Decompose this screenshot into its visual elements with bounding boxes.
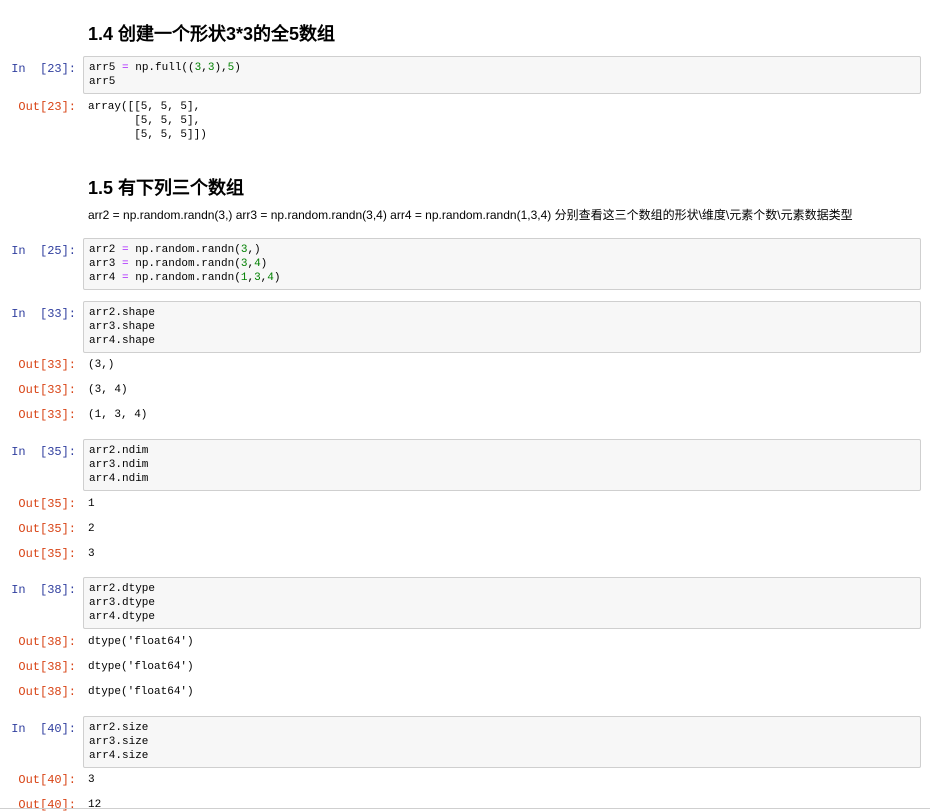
output-line: 3	[88, 774, 95, 786]
output-line: [5, 5, 5],	[88, 115, 201, 127]
code-line: arr3.size	[89, 736, 149, 748]
output-23: array([[5, 5, 5], [5, 5, 5], [5, 5, 5]])	[88, 100, 207, 142]
code-cell-33[interactable]: arr2.shape arr3.shape arr4.shape	[83, 301, 921, 353]
output-prompt: Out[38]:	[18, 685, 76, 699]
output-prompt: Out[35]:	[18, 522, 76, 536]
output-prompt: Out[23]:	[18, 100, 76, 114]
code-line: arr2.dtype	[89, 583, 156, 595]
code-line: arr2.ndim	[89, 445, 149, 457]
output-line: 3	[88, 548, 95, 560]
code-line: arr3 = np.random.randn(3,4)	[89, 258, 268, 270]
code-cell-38[interactable]: arr2.dtype arr3.dtype arr4.dtype	[83, 577, 921, 629]
code-line: arr3.ndim	[89, 459, 149, 471]
code-line: arr2 = np.random.randn(3,)	[89, 244, 261, 256]
input-prompt: In [25]:	[11, 244, 76, 258]
code-cell-35[interactable]: arr2.ndim arr3.ndim arr4.ndim	[83, 439, 921, 491]
output-prompt: Out[33]:	[18, 358, 76, 372]
code-line: arr2.size	[89, 722, 149, 734]
output-line: array([[5, 5, 5],	[88, 101, 201, 113]
code-cell-25[interactable]: arr2 = np.random.randn(3,) arr3 = np.ran…	[83, 238, 921, 290]
input-prompt: In [23]:	[11, 62, 76, 76]
output-line: dtype('float64')	[88, 636, 194, 648]
output-line: 12	[88, 799, 102, 811]
code-line: arr3.shape	[89, 321, 156, 333]
section-description: arr2 = np.random.randn(3,) arr3 = np.ran…	[88, 208, 853, 222]
section-heading-1-5: 1.5 有下列三个数组	[88, 178, 245, 198]
code-line: arr5	[89, 76, 116, 88]
input-prompt: In [38]:	[11, 583, 76, 597]
output-prompt: Out[40]:	[18, 773, 76, 787]
input-prompt: In [35]:	[11, 445, 76, 459]
code-line: arr5 = np.full((3,3),5)	[89, 62, 241, 74]
output-line: 2	[88, 523, 95, 535]
output-prompt: Out[38]:	[18, 635, 76, 649]
code-line: arr4 = np.random.randn(1,3,4)	[89, 272, 281, 284]
output-prompt: Out[35]:	[18, 547, 76, 561]
code-line: arr4.size	[89, 750, 149, 762]
code-cell-23[interactable]: arr5 = np.full((3,3),5) arr5	[83, 56, 921, 94]
output-prompt: Out[33]:	[18, 408, 76, 422]
input-prompt: In [33]:	[11, 307, 76, 321]
output-line: (3, 4)	[88, 384, 128, 396]
code-line: arr4.dtype	[89, 611, 156, 623]
output-line: dtype('float64')	[88, 661, 194, 673]
output-prompt: Out[33]:	[18, 383, 76, 397]
input-prompt: In [40]:	[11, 722, 76, 736]
code-line: arr3.dtype	[89, 597, 156, 609]
code-line: arr2.shape	[89, 307, 156, 319]
output-line: (1, 3, 4)	[88, 409, 148, 421]
code-line: arr4.ndim	[89, 473, 149, 485]
code-cell-40[interactable]: arr2.size arr3.size arr4.size	[83, 716, 921, 768]
output-prompt: Out[38]:	[18, 660, 76, 674]
output-line: dtype('float64')	[88, 686, 194, 698]
code-line: arr4.shape	[89, 335, 156, 347]
output-line: 1	[88, 498, 95, 510]
section-heading-1-4: 1.4 创建一个形状3*3的全5数组	[88, 24, 336, 44]
output-line: (3,)	[88, 359, 115, 371]
output-prompt: Out[35]:	[18, 497, 76, 511]
divider	[0, 808, 930, 809]
output-prompt: Out[40]:	[18, 798, 76, 811]
output-line: [5, 5, 5]])	[88, 129, 207, 141]
notebook: 1.4 创建一个形状3*3的全5数组 In [23]: arr5 = np.fu…	[0, 0, 930, 811]
